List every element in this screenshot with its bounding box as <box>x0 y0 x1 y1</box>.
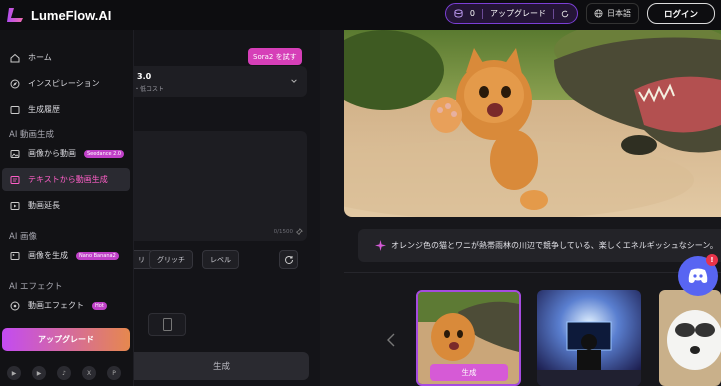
sidebar-item-home[interactable]: ホーム <box>2 46 130 69</box>
image-icon <box>10 149 20 158</box>
brand-logo[interactable]: LumeFlow.AI <box>6 6 111 24</box>
sidebar-item-video-effects[interactable]: 動画エフェクト Hot <box>2 294 130 317</box>
youtube-icon[interactable]: ▶ <box>7 366 21 380</box>
home-icon <box>10 53 20 62</box>
pin-icon[interactable] <box>295 228 303 236</box>
notification-badge: ! <box>706 254 718 266</box>
level-tag-button[interactable]: レベル <box>202 250 239 269</box>
model-select[interactable]: 3.0 ・低コスト <box>134 66 307 97</box>
pinterest-icon[interactable]: P <box>107 366 121 380</box>
portrait-ratio-icon <box>163 318 172 331</box>
social-links: ▶ ▶ ♪ X P <box>7 366 121 380</box>
example-thumbnail-1[interactable]: 生成 <box>416 290 521 386</box>
credits-upgrade-pill[interactable]: 0 アップグレード <box>444 3 578 24</box>
sidebar-item-label: インスピレーション <box>28 79 100 88</box>
login-button[interactable]: ログイン <box>646 3 715 24</box>
divider <box>344 272 721 273</box>
text-icon <box>10 175 20 184</box>
logo-icon <box>7 8 23 22</box>
sidebar-item-history[interactable]: 生成履歴 <box>2 98 130 121</box>
thumbnail-image <box>659 290 721 386</box>
chevron-down-icon <box>291 79 297 83</box>
refresh-icon <box>561 10 569 17</box>
sidebar-item-inspiration[interactable]: インスピレーション <box>2 72 130 95</box>
char-count: 0/1500 <box>273 229 293 235</box>
prompt-input[interactable]: 0/1500 <box>134 131 307 241</box>
sparkle-icon <box>375 240 386 251</box>
discord-icon <box>688 268 708 283</box>
example-thumbnail-2[interactable] <box>537 290 641 386</box>
compass-icon <box>10 79 20 88</box>
generate-button[interactable]: 生成 <box>134 352 309 380</box>
hot-badge: Hot <box>92 301 107 310</box>
sidebar-item-label: 画像から動画 <box>28 149 76 158</box>
sidebar: ホーム インスピレーション 生成履歴 AI 動画生成 画像から動画 Seedan… <box>0 30 134 386</box>
image-icon <box>10 251 20 260</box>
generation-form: 3.0 ・低コスト Sora2 を試す 0/1500 リ グリッチ レベル 生成 <box>130 30 320 386</box>
sidebar-item-label: 画像を生成 <box>28 251 68 260</box>
model-subtitle: ・低コスト <box>134 86 165 93</box>
youtube-icon[interactable]: ▶ <box>32 366 46 380</box>
sidebar-upgrade-button[interactable]: アップグレード <box>2 328 130 351</box>
sidebar-item-label: 動画エフェクト <box>28 301 84 310</box>
x-icon[interactable]: X <box>82 366 96 380</box>
effects-icon <box>10 301 20 310</box>
try-sora-tag[interactable]: Sora2 を試す <box>248 48 302 65</box>
divider <box>552 8 554 19</box>
language-label: 日本語 <box>606 9 631 18</box>
upgrade-label: アップグレード <box>489 9 546 18</box>
language-select[interactable]: 日本語 <box>585 3 639 24</box>
section-title-image: AI 画像 <box>9 232 38 242</box>
discord-button[interactable]: ! <box>678 254 718 296</box>
sidebar-item-label: テキストから動画生成 <box>28 175 108 184</box>
glitch-tag-button[interactable]: グリッチ <box>149 250 193 269</box>
refresh-icon <box>284 255 293 264</box>
folder-icon <box>10 105 20 114</box>
brand-name: LumeFlow.AI <box>31 7 112 23</box>
sidebar-item-label: 動画延長 <box>28 201 60 210</box>
aspect-ratio-button[interactable] <box>148 313 186 336</box>
caption-text: オレンジ色の猫とワニが熱帯雨林の川辺で競争している、楽しくエネルギッシュなシーン… <box>391 241 718 250</box>
preview-panel: オレンジ色の猫とワニが熱帯雨林の川辺で競争している、楽しくエネルギッシュなシーン… <box>320 30 721 386</box>
section-title-video: AI 動画生成 <box>9 130 55 140</box>
refresh-tags-button[interactable] <box>279 250 298 269</box>
sidebar-item-generate-image[interactable]: 画像を生成 Nano Banana2 <box>2 244 130 267</box>
prompt-caption: オレンジ色の猫とワニが熱帯雨林の川辺で競争している、楽しくエネルギッシュなシーン… <box>358 229 721 262</box>
sidebar-item-image-to-video[interactable]: 画像から動画 Seedance 2.0 <box>2 142 130 165</box>
nano-banana-badge: Nano Banana2 <box>76 251 119 260</box>
globe-icon <box>594 9 603 18</box>
model-name: 3.0 <box>137 72 152 81</box>
preview-video[interactable] <box>344 30 721 217</box>
divider <box>481 8 483 19</box>
cat-crocodile-scene <box>344 30 721 217</box>
sidebar-item-text-to-video[interactable]: テキストから動画生成 <box>2 168 130 191</box>
sidebar-item-label: ホーム <box>28 53 52 62</box>
thumbnail-generate-button[interactable]: 生成 <box>430 364 508 381</box>
extend-icon <box>10 201 20 210</box>
tiktok-icon[interactable]: ♪ <box>57 366 71 380</box>
chevron-left-icon[interactable] <box>386 333 396 347</box>
thumbnail-image <box>537 290 641 386</box>
section-title-effects: AI エフェクト <box>9 282 63 292</box>
credits-count: 0 <box>469 9 475 18</box>
sidebar-item-label: 生成履歴 <box>28 105 60 114</box>
example-thumbnail-3[interactable] <box>659 290 721 386</box>
seedance-badge: Seedance 2.0 <box>84 149 125 158</box>
coins-icon <box>454 9 463 18</box>
sidebar-item-video-extend[interactable]: 動画延長 <box>2 194 130 217</box>
top-bar: LumeFlow.AI 0 アップグレード 日本語 ログイン <box>0 0 721 30</box>
